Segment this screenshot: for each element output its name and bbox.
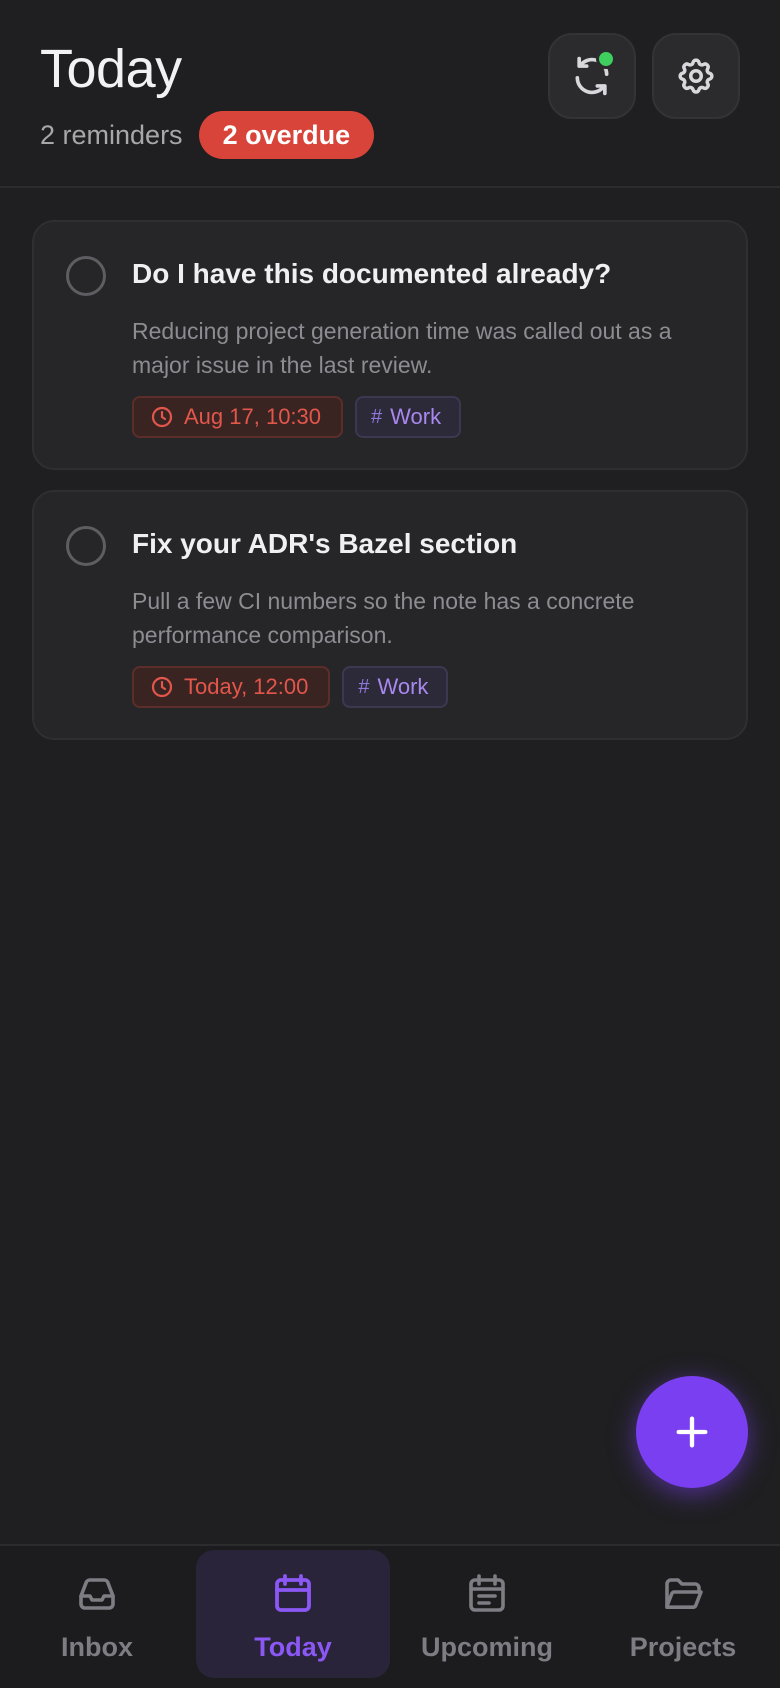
complete-checkbox[interactable]: [66, 526, 106, 566]
sync-status-dot: [596, 49, 616, 69]
reminder-card[interactable]: Fix your ADR's Bazel section Pull a few …: [32, 490, 748, 740]
complete-checkbox[interactable]: [66, 256, 106, 296]
bottom-nav: Inbox Today Upcoming Projects: [0, 1544, 780, 1688]
nav-label: Today: [254, 1632, 332, 1662]
due-date-text: Aug 17, 10:30: [184, 404, 322, 429]
project-name: Work: [390, 404, 442, 429]
app-root: Today 2 reminders 2 overdue Do I have th…: [0, 0, 780, 1688]
reminder-description: Reducing project generation time was cal…: [132, 318, 672, 378]
nav-label: Projects: [629, 1632, 737, 1662]
page-title: Today: [40, 39, 182, 99]
clock-icon: [151, 676, 173, 698]
nav-item-projects[interactable]: Projects: [586, 1550, 780, 1678]
summary-row: 2 reminders 2 overdue: [40, 111, 375, 159]
overdue-badge[interactable]: 2 overdue: [198, 111, 375, 159]
folder-icon: [665, 1578, 703, 1609]
sync-button[interactable]: [548, 33, 636, 119]
reminder-tags: Today, 12:00 # Work: [132, 666, 449, 708]
plus-icon: [676, 1416, 708, 1448]
due-date-tag[interactable]: Aug 17, 10:30: [132, 396, 344, 438]
reminder-tags: Aug 17, 10:30 # Work: [132, 396, 462, 438]
settings-button[interactable]: [652, 33, 740, 119]
due-date-text: Today, 12:00: [184, 674, 309, 699]
nav-item-inbox[interactable]: Inbox: [0, 1550, 194, 1678]
project-tag[interactable]: # Work: [355, 396, 462, 438]
gear-icon: [678, 58, 714, 94]
due-date-tag[interactable]: Today, 12:00: [132, 666, 331, 708]
project-tag[interactable]: # Work: [342, 666, 449, 708]
reminder-description: Pull a few CI numbers so the note has a …: [132, 588, 635, 648]
nav-item-today[interactable]: Today: [196, 1550, 390, 1678]
inbox-icon: [79, 1578, 115, 1610]
hash-icon: #: [371, 405, 383, 428]
header: Today 2 reminders 2 overdue: [0, 0, 780, 188]
reminder-title: Do I have this documented already?: [132, 258, 612, 289]
project-name: Work: [377, 674, 429, 699]
nav-label: Inbox: [61, 1632, 133, 1662]
add-reminder-button[interactable]: [636, 1376, 748, 1488]
reminder-title: Fix your ADR's Bazel section: [132, 528, 518, 559]
clock-icon: [151, 406, 173, 428]
hash-icon: #: [358, 675, 370, 698]
nav-label: Upcoming: [421, 1632, 553, 1662]
reminder-card[interactable]: Do I have this documented already? Reduc…: [32, 220, 748, 470]
calendar-icon: [275, 1574, 311, 1612]
nav-item-upcoming[interactable]: Upcoming: [390, 1550, 584, 1678]
reminder-count: 2 reminders: [40, 119, 183, 150]
calendar-list-icon: [469, 1574, 505, 1612]
